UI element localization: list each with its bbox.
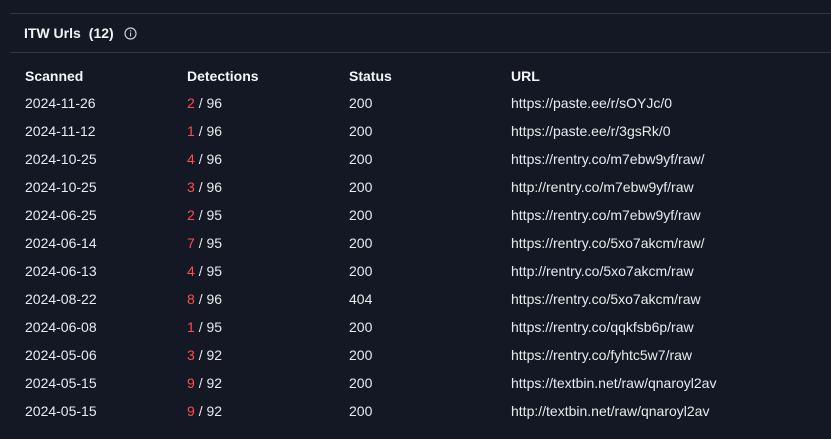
detections-cell: 8 / 96 [187, 285, 337, 313]
info-circle-icon[interactable] [124, 26, 137, 40]
scanned-date: 2024-05-15 [25, 403, 97, 419]
detection-count: 2 [187, 207, 195, 223]
itw-urls-panel: ITW Urls (12) Scanned Detections Status … [10, 13, 831, 439]
detection-total: / 95 [198, 263, 223, 279]
scanned-date: 2024-10-25 [25, 151, 97, 167]
column-header-detections[interactable]: Detections [187, 66, 337, 86]
column-header-status[interactable]: Status [349, 66, 489, 86]
detection-count: 9 [187, 403, 195, 419]
table-row[interactable]: 2024-08-22 8 / 96 404 https://rentry.co/5xo… [10, 285, 831, 313]
table-row[interactable]: 2024-06-13 4 / 95 200 http://rentry.co/5xo7… [10, 257, 831, 285]
detection-total: / 96 [198, 151, 223, 167]
detection-total: / 92 [198, 403, 223, 419]
url-link[interactable]: https://textbin.net/raw/qnaroyl2av [511, 369, 821, 397]
table-row[interactable]: 2024-06-08 1 / 95 200 https://rentry.co/qqk… [10, 313, 831, 341]
detections-cell: 3 / 96 [187, 173, 337, 201]
status-code: 200 [349, 95, 373, 111]
scanned-date: 2024-05-06 [25, 347, 97, 363]
detections-cell: 3 / 92 [187, 341, 337, 369]
detection-count: 1 [187, 319, 195, 335]
column-header-scanned[interactable]: Scanned [25, 66, 165, 86]
detection-total: / 96 [198, 179, 223, 195]
table-row[interactable]: 2024-05-15 9 / 92 200 https://textbin.net/r… [10, 369, 831, 397]
detections-cell: 4 / 95 [187, 257, 337, 285]
detection-count: 9 [187, 375, 195, 391]
scanned-date: 2024-06-13 [25, 263, 97, 279]
status-code: 200 [349, 179, 373, 195]
panel-header: ITW Urls (12) [10, 14, 831, 53]
detection-total: / 95 [198, 207, 223, 223]
detections-cell: 9 / 92 [187, 397, 337, 425]
table-row[interactable]: 2024-10-25 3 / 96 200 http://rentry.co/m7eb… [10, 173, 831, 201]
status-code: 200 [349, 375, 373, 391]
table-row[interactable]: 2024-06-25 2 / 95 200 https://rentry.co/m7e… [10, 201, 831, 229]
url-link[interactable]: https://rentry.co/m7ebw9yf/raw/ [511, 145, 821, 173]
detection-count: 7 [187, 235, 195, 251]
table-row[interactable]: 2024-05-15 9 / 92 200 http://textbin.net/ra… [10, 397, 831, 425]
table-header-row: Scanned Detections Status URL [10, 66, 831, 86]
url-link[interactable]: https://paste.ee/r/sOYJc/0 [511, 89, 821, 117]
scanned-date: 2024-08-22 [25, 291, 97, 307]
detection-count: 3 [187, 179, 195, 195]
scanned-date: 2024-11-12 [25, 123, 96, 139]
detection-total: / 95 [198, 319, 223, 335]
detection-total: / 95 [198, 235, 223, 251]
status-code: 200 [349, 151, 373, 167]
table-row[interactable]: 2024-05-06 3 / 92 200 https://rentry.co/fyh… [10, 341, 831, 369]
url-link[interactable]: https://rentry.co/fyhtc5w7/raw [511, 341, 821, 369]
detection-count: 4 [187, 263, 195, 279]
panel-title: ITW Urls [24, 25, 81, 41]
detections-cell: 4 / 96 [187, 145, 337, 173]
status-code: 200 [349, 207, 373, 223]
scanned-date: 2024-11-26 [25, 95, 96, 111]
status-code: 200 [349, 347, 373, 363]
url-link[interactable]: https://rentry.co/5xo7akcm/raw/ [511, 229, 821, 257]
status-code: 200 [349, 319, 373, 335]
detections-cell: 1 / 95 [187, 313, 337, 341]
detection-count: 8 [187, 291, 195, 307]
table-row[interactable]: 2024-11-12 1 / 96 200 https://paste.ee/r/3g… [10, 117, 831, 145]
detection-total: / 96 [198, 95, 223, 111]
table-row[interactable]: 2024-06-14 7 / 95 200 https://rentry.co/5xo… [10, 229, 831, 257]
detections-cell: 2 / 96 [187, 89, 337, 117]
status-code: 200 [349, 263, 373, 279]
status-code: 404 [349, 291, 373, 307]
table-row[interactable]: 2024-11-26 2 / 96 200 https://paste.ee/r/sO… [10, 89, 831, 117]
scanned-date: 2024-06-25 [25, 207, 97, 223]
detection-count: 1 [187, 123, 195, 139]
detections-cell: 9 / 92 [187, 369, 337, 397]
detection-count: 4 [187, 151, 195, 167]
detections-cell: 2 / 95 [187, 201, 337, 229]
detection-total: / 96 [198, 123, 223, 139]
status-code: 200 [349, 235, 373, 251]
url-link[interactable]: https://rentry.co/m7ebw9yf/raw [511, 201, 821, 229]
url-link[interactable]: http://textbin.net/raw/qnaroyl2av [511, 397, 821, 425]
table-body: 2024-11-26 2 / 96 200 https://paste.ee/r/sO… [10, 89, 831, 425]
scanned-date: 2024-05-15 [25, 375, 97, 391]
detections-cell: 7 / 95 [187, 229, 337, 257]
detection-count: 3 [187, 347, 195, 363]
status-code: 200 [349, 123, 373, 139]
itw-urls-table: Scanned Detections Status URL 2024-11-26… [10, 66, 831, 425]
scanned-date: 2024-06-14 [25, 235, 97, 251]
url-link[interactable]: http://rentry.co/m7ebw9yf/raw [511, 173, 821, 201]
detection-total: / 96 [198, 291, 223, 307]
url-count: (12) [88, 25, 114, 41]
url-link[interactable]: https://rentry.co/5xo7akcm/raw [511, 285, 821, 313]
url-link[interactable]: https://rentry.co/qqkfsb6p/raw [511, 313, 821, 341]
table-row[interactable]: 2024-10-25 4 / 96 200 https://rentry.co/m7e… [10, 145, 831, 173]
column-header-url[interactable]: URL [511, 66, 821, 86]
scanned-date: 2024-10-25 [25, 179, 97, 195]
detection-total: / 92 [198, 375, 223, 391]
detection-count: 2 [187, 95, 195, 111]
url-link[interactable]: https://paste.ee/r/3gsRk/0 [511, 117, 821, 145]
detection-total: / 92 [198, 347, 223, 363]
detections-cell: 1 / 96 [187, 117, 337, 145]
url-link[interactable]: http://rentry.co/5xo7akcm/raw [511, 257, 821, 285]
status-code: 200 [349, 403, 373, 419]
scanned-date: 2024-06-08 [25, 319, 97, 335]
